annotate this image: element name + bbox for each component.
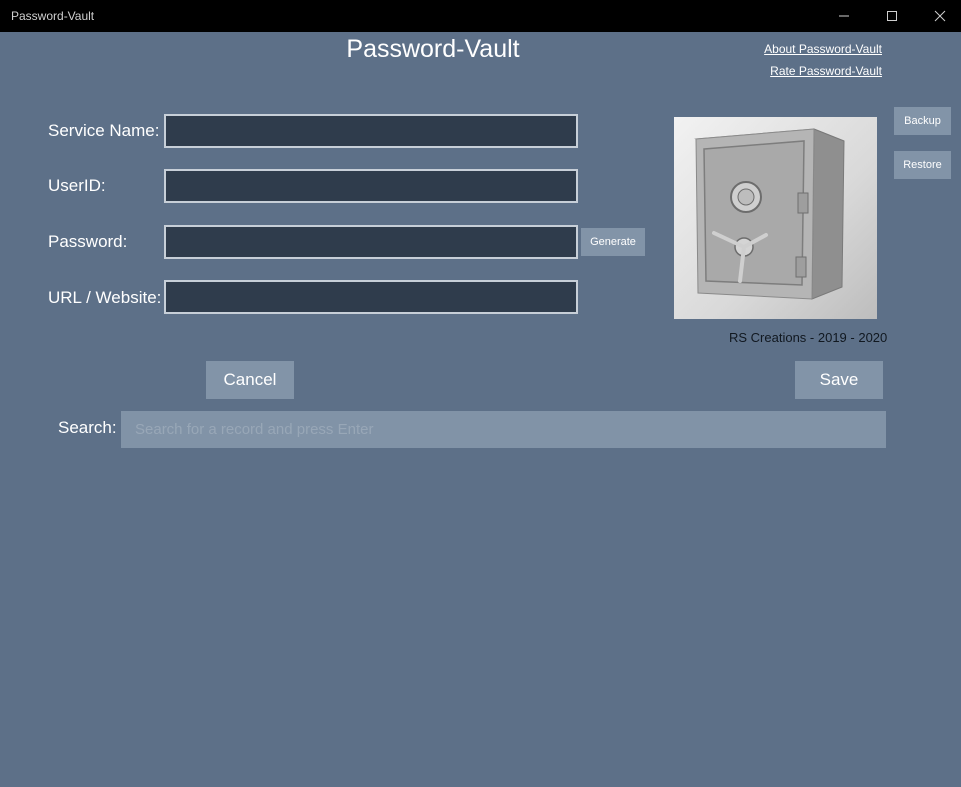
backup-button[interactable]: Backup: [894, 107, 951, 135]
password-field[interactable]: [164, 225, 578, 259]
window-title: Password-Vault: [11, 9, 95, 23]
search-label: Search:: [58, 418, 117, 437]
userid-field[interactable]: [164, 169, 578, 203]
title-bar: Password-Vault: [0, 0, 961, 32]
close-icon: [934, 10, 946, 22]
rate-link[interactable]: Rate Password-Vault: [770, 64, 882, 78]
search-input[interactable]: [121, 411, 886, 448]
url-label: URL / Website:: [48, 288, 162, 307]
service-name-field[interactable]: [164, 114, 578, 148]
save-button[interactable]: Save: [795, 361, 883, 399]
page-title: Password-Vault: [346, 35, 520, 63]
password-label: Password:: [48, 232, 128, 251]
credits-text: RS Creations - 2019 - 2020: [729, 330, 888, 345]
safe-icon: [694, 128, 845, 300]
cancel-button[interactable]: Cancel: [206, 361, 294, 399]
generate-button[interactable]: Generate: [581, 228, 645, 256]
url-field[interactable]: [164, 280, 578, 314]
service-name-label: Service Name:: [48, 121, 160, 140]
maximize-icon: [887, 11, 897, 21]
close-button[interactable]: [917, 0, 961, 32]
restore-button[interactable]: Restore: [894, 151, 951, 179]
about-link[interactable]: About Password-Vault: [764, 42, 882, 56]
safe-image: [674, 117, 877, 319]
minimize-button[interactable]: [821, 0, 867, 32]
minimize-icon: [839, 15, 849, 17]
userid-label: UserID:: [48, 176, 106, 195]
maximize-button[interactable]: [869, 0, 915, 32]
